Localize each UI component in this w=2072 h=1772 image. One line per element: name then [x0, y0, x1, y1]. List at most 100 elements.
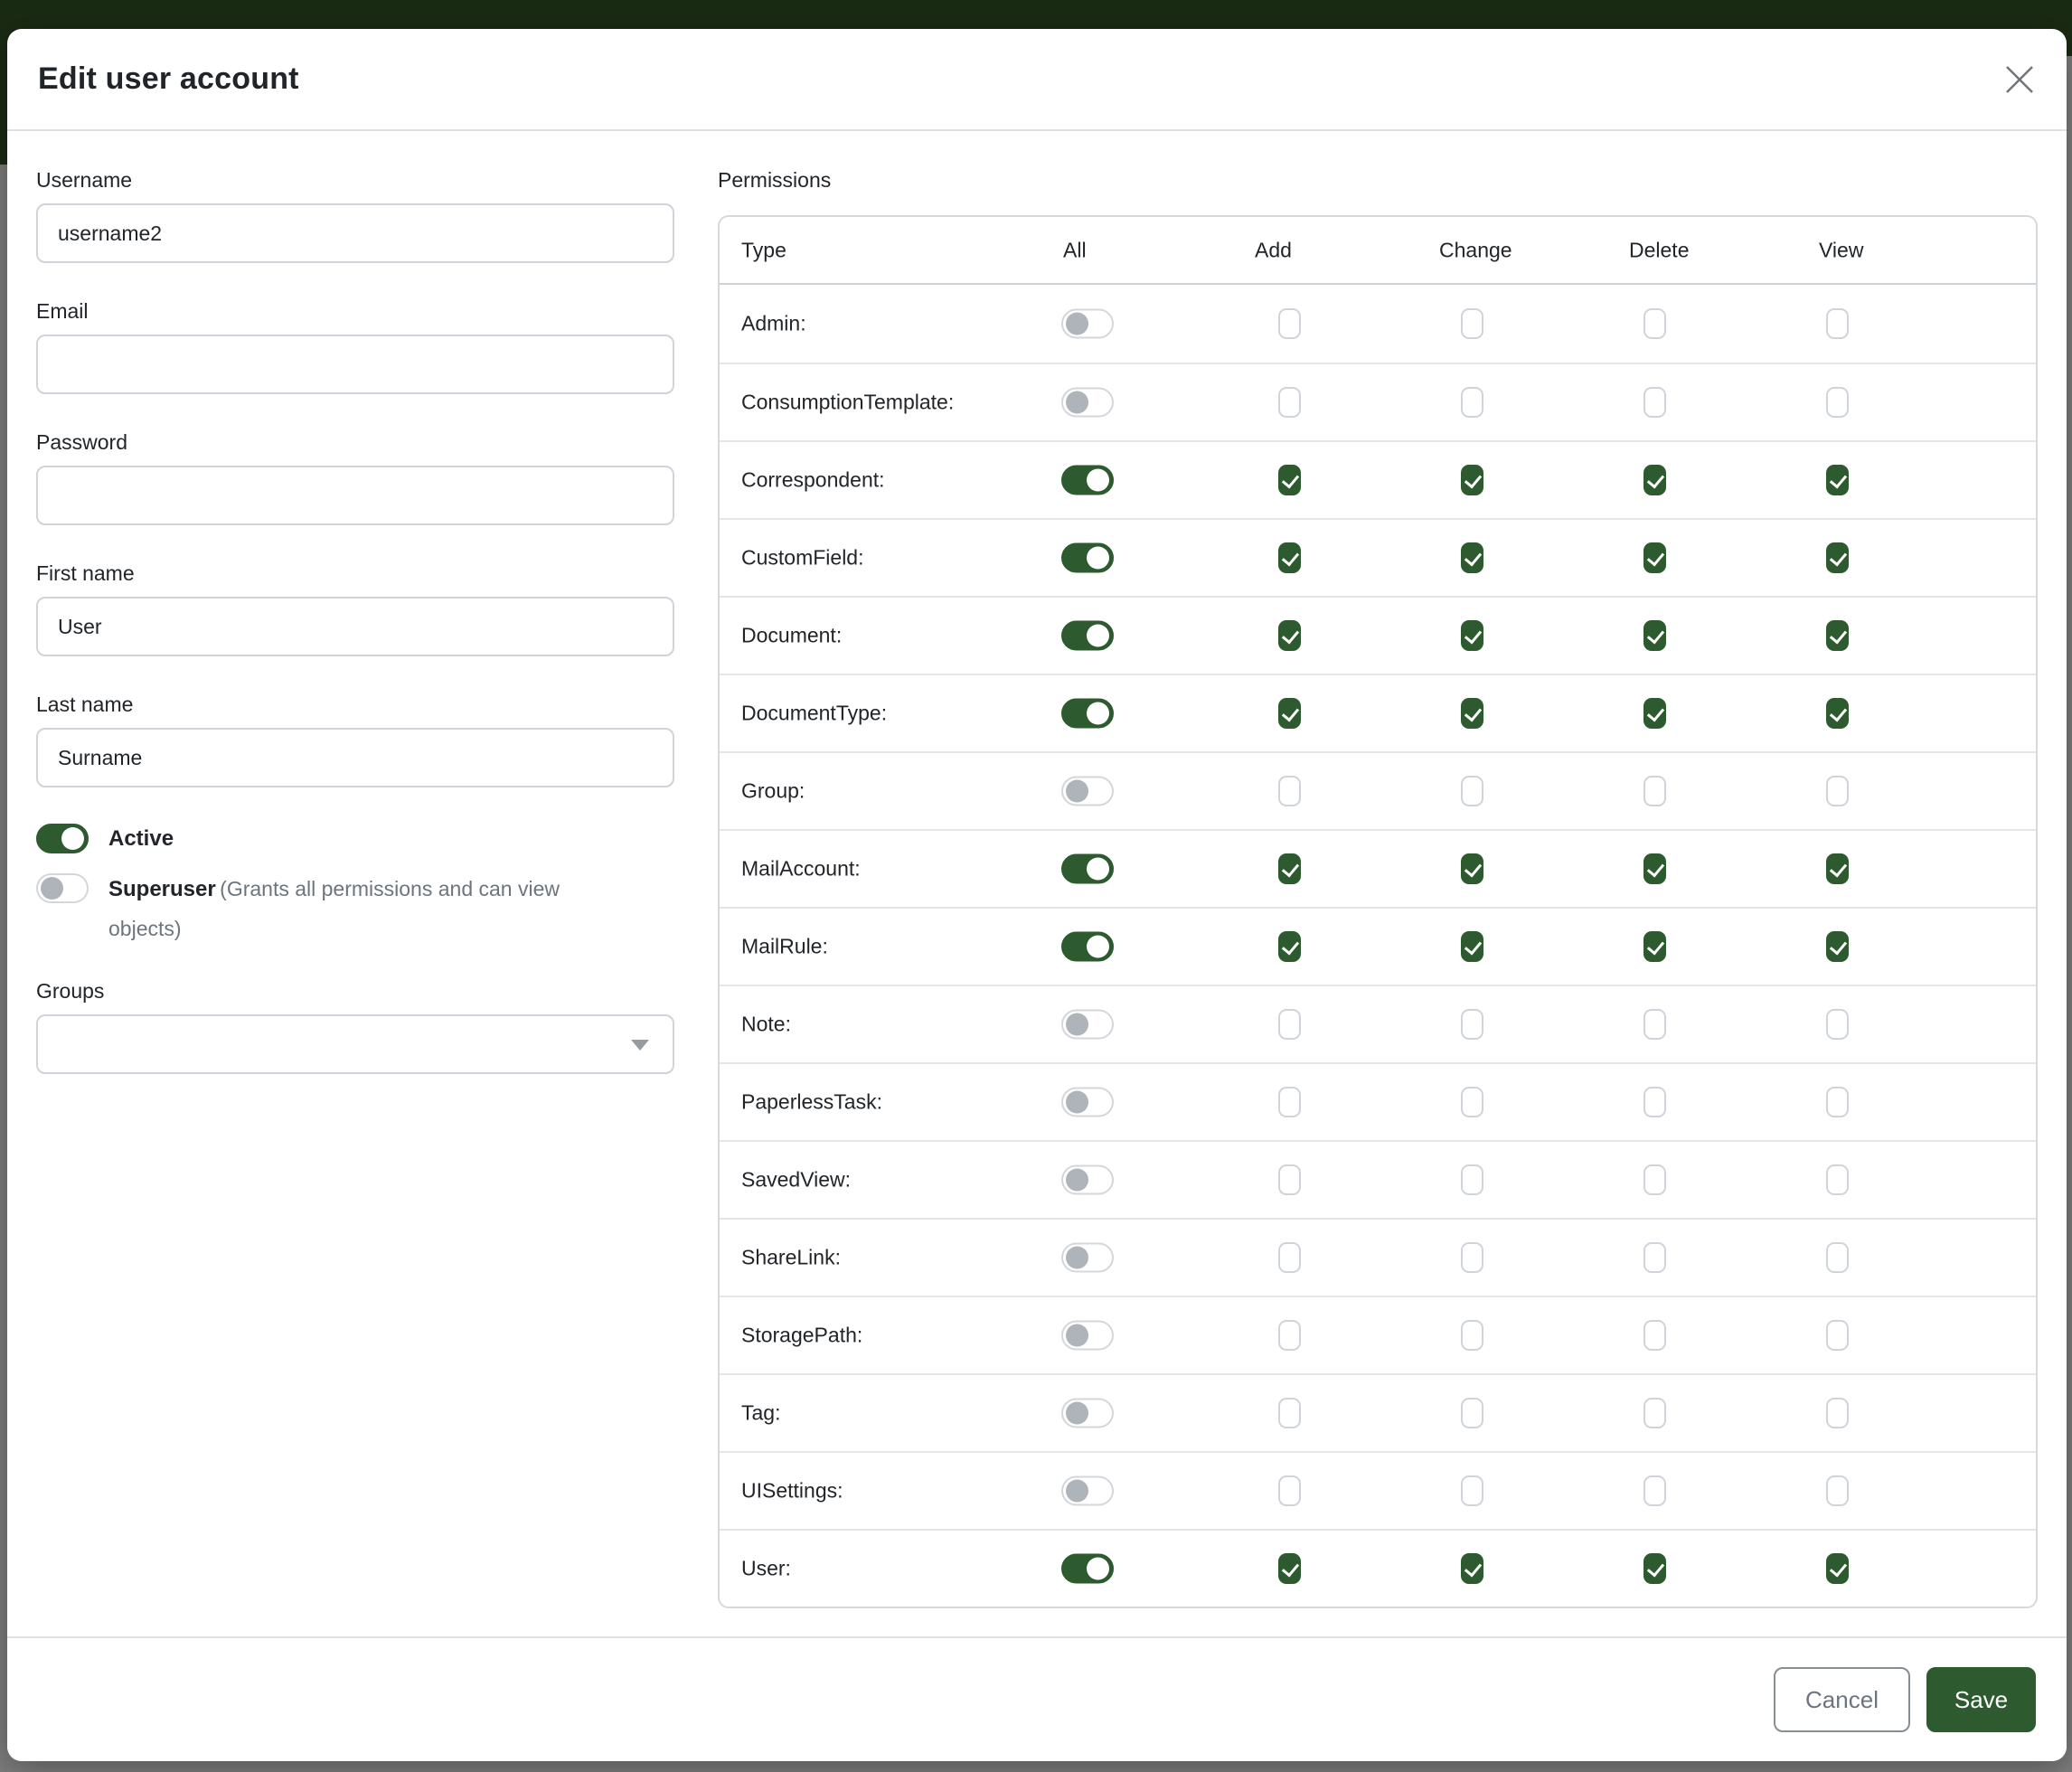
permission-all-toggle[interactable]: [1061, 1165, 1114, 1195]
permission-delete-checkbox[interactable]: [1643, 1009, 1666, 1040]
permission-view-checkbox[interactable]: [1826, 1164, 1849, 1195]
permission-view-checkbox[interactable]: [1826, 1320, 1849, 1351]
column-header-delete: Delete: [1629, 238, 1689, 262]
permission-all-toggle[interactable]: [1061, 1243, 1114, 1273]
permission-all-toggle[interactable]: [1061, 1554, 1114, 1584]
permission-add-checkbox[interactable]: [1278, 698, 1301, 729]
permission-view-checkbox[interactable]: [1826, 1242, 1849, 1273]
permission-delete-checkbox[interactable]: [1643, 1475, 1666, 1506]
permission-delete-checkbox[interactable]: [1643, 542, 1666, 573]
permission-delete-checkbox[interactable]: [1643, 1242, 1666, 1273]
permission-all-toggle[interactable]: [1061, 1010, 1114, 1040]
permission-view-checkbox[interactable]: [1826, 698, 1849, 729]
permission-all-toggle[interactable]: [1061, 699, 1114, 729]
active-toggle[interactable]: [36, 824, 89, 853]
username-input[interactable]: [36, 203, 674, 263]
permission-view-checkbox[interactable]: [1826, 1009, 1849, 1040]
close-button[interactable]: [2000, 60, 2039, 99]
permission-change-checkbox[interactable]: [1461, 1475, 1483, 1506]
permission-change-checkbox[interactable]: [1461, 542, 1483, 573]
permission-change-checkbox[interactable]: [1461, 776, 1483, 806]
permission-all-toggle[interactable]: [1061, 1088, 1114, 1117]
permission-add-checkbox[interactable]: [1278, 1475, 1301, 1506]
permission-add-checkbox[interactable]: [1278, 1320, 1301, 1351]
permission-all-toggle[interactable]: [1061, 466, 1114, 495]
permission-add-checkbox[interactable]: [1278, 931, 1301, 962]
permission-change-checkbox[interactable]: [1461, 620, 1483, 651]
password-input[interactable]: [36, 466, 674, 525]
permission-view-checkbox[interactable]: [1826, 931, 1849, 962]
permission-add-checkbox[interactable]: [1278, 1009, 1301, 1040]
permission-delete-checkbox[interactable]: [1643, 1398, 1666, 1428]
permission-all-toggle[interactable]: [1061, 388, 1114, 418]
permission-delete-checkbox[interactable]: [1643, 698, 1666, 729]
superuser-toggle[interactable]: [36, 873, 89, 903]
permission-delete-checkbox[interactable]: [1643, 1164, 1666, 1195]
first-name-input[interactable]: [36, 597, 674, 656]
permission-delete-checkbox[interactable]: [1643, 308, 1666, 339]
permission-add-checkbox[interactable]: [1278, 1553, 1301, 1584]
permission-add-checkbox[interactable]: [1278, 387, 1301, 418]
permission-all-toggle[interactable]: [1061, 932, 1114, 962]
permission-add-checkbox[interactable]: [1278, 853, 1301, 884]
permission-add-checkbox[interactable]: [1278, 776, 1301, 806]
permission-add-checkbox[interactable]: [1278, 308, 1301, 339]
permission-change-checkbox[interactable]: [1461, 387, 1483, 418]
permission-add-checkbox[interactable]: [1278, 465, 1301, 495]
permission-view-checkbox[interactable]: [1826, 465, 1849, 495]
permission-change-checkbox[interactable]: [1461, 1087, 1483, 1117]
permission-change-checkbox[interactable]: [1461, 698, 1483, 729]
permission-delete-checkbox[interactable]: [1643, 853, 1666, 884]
permission-change-checkbox[interactable]: [1461, 465, 1483, 495]
email-input[interactable]: [36, 335, 674, 394]
permission-view-checkbox[interactable]: [1826, 1087, 1849, 1117]
superuser-label: Superuser: [108, 877, 216, 901]
permission-delete-checkbox[interactable]: [1643, 1553, 1666, 1584]
permission-view-checkbox[interactable]: [1826, 1553, 1849, 1584]
permission-add-checkbox[interactable]: [1278, 1164, 1301, 1195]
permission-view-checkbox[interactable]: [1826, 853, 1849, 884]
permission-view-checkbox[interactable]: [1826, 1398, 1849, 1428]
permission-delete-checkbox[interactable]: [1643, 465, 1666, 495]
permission-change-checkbox[interactable]: [1461, 931, 1483, 962]
permission-delete-checkbox[interactable]: [1643, 1087, 1666, 1117]
permission-change-checkbox[interactable]: [1461, 1009, 1483, 1040]
permission-change-checkbox[interactable]: [1461, 308, 1483, 339]
permission-add-checkbox[interactable]: [1278, 1242, 1301, 1273]
permission-change-checkbox[interactable]: [1461, 1553, 1483, 1584]
permission-view-checkbox[interactable]: [1826, 387, 1849, 418]
permission-all-toggle[interactable]: [1061, 309, 1114, 339]
permission-delete-checkbox[interactable]: [1643, 387, 1666, 418]
save-button[interactable]: Save: [1926, 1667, 2036, 1732]
last-name-input[interactable]: [36, 728, 674, 787]
permission-add-checkbox[interactable]: [1278, 1398, 1301, 1428]
permission-change-checkbox[interactable]: [1461, 1164, 1483, 1195]
permission-all-toggle[interactable]: [1061, 777, 1114, 806]
permission-view-checkbox[interactable]: [1826, 620, 1849, 651]
permission-change-checkbox[interactable]: [1461, 1320, 1483, 1351]
permission-add-checkbox[interactable]: [1278, 620, 1301, 651]
permission-view-checkbox[interactable]: [1826, 776, 1849, 806]
permission-view-checkbox[interactable]: [1826, 308, 1849, 339]
permission-all-toggle[interactable]: [1061, 1476, 1114, 1506]
cancel-button[interactable]: Cancel: [1774, 1667, 1910, 1732]
permission-row: MailRule:: [720, 907, 2036, 985]
permission-delete-checkbox[interactable]: [1643, 931, 1666, 962]
permission-view-checkbox[interactable]: [1826, 1475, 1849, 1506]
permission-all-toggle[interactable]: [1061, 854, 1114, 884]
column-header-view: View: [1819, 238, 1863, 262]
permission-change-checkbox[interactable]: [1461, 853, 1483, 884]
permission-view-checkbox[interactable]: [1826, 542, 1849, 573]
permission-all-toggle[interactable]: [1061, 543, 1114, 573]
permission-add-checkbox[interactable]: [1278, 542, 1301, 573]
permission-all-toggle[interactable]: [1061, 621, 1114, 651]
permission-all-toggle[interactable]: [1061, 1321, 1114, 1351]
groups-select[interactable]: [36, 1014, 674, 1074]
permission-delete-checkbox[interactable]: [1643, 776, 1666, 806]
permission-change-checkbox[interactable]: [1461, 1398, 1483, 1428]
permission-change-checkbox[interactable]: [1461, 1242, 1483, 1273]
permission-add-checkbox[interactable]: [1278, 1087, 1301, 1117]
permission-delete-checkbox[interactable]: [1643, 1320, 1666, 1351]
permission-delete-checkbox[interactable]: [1643, 620, 1666, 651]
permission-all-toggle[interactable]: [1061, 1399, 1114, 1428]
